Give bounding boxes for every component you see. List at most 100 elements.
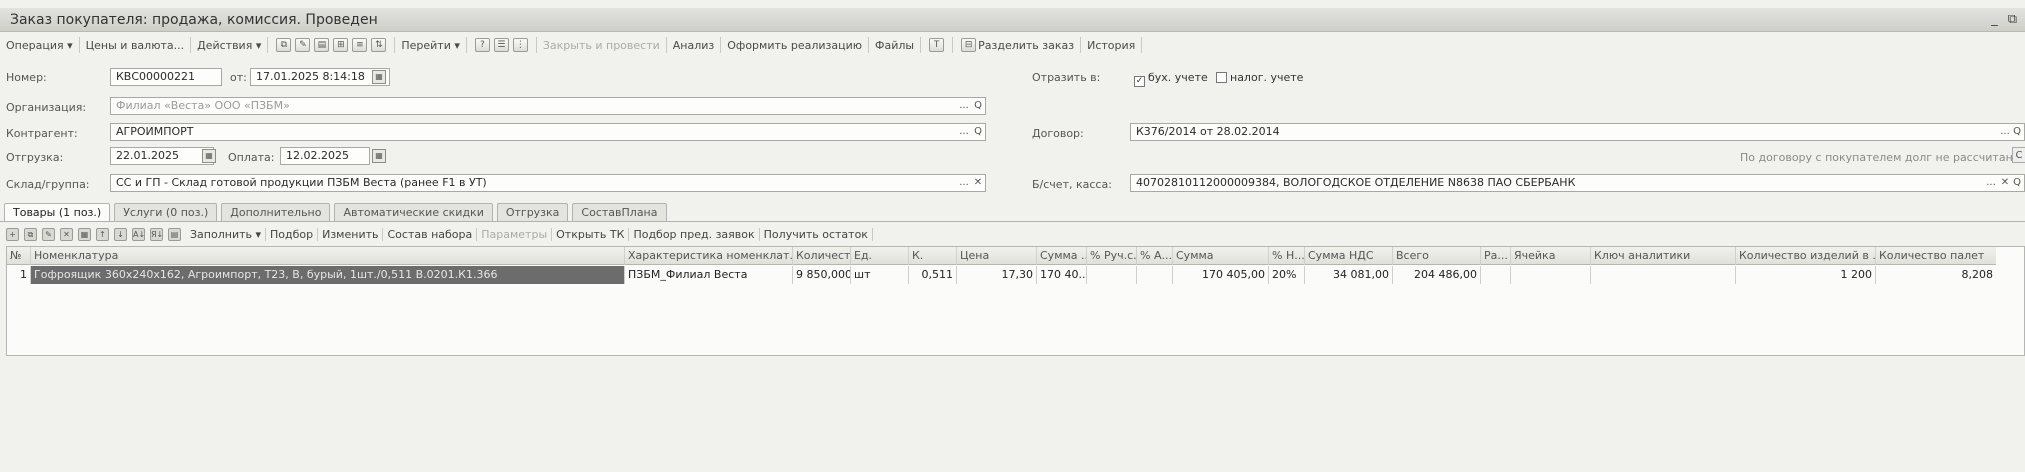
counterparty-select-button[interactable]: ...: [957, 124, 971, 140]
manual-discount-cell[interactable]: [1087, 266, 1137, 284]
kit-composition-button[interactable]: Состав набора: [383, 227, 478, 241]
copy-row-icon[interactable]: ⧉: [24, 227, 37, 241]
get-balance-button[interactable]: Получить остаток: [760, 227, 873, 241]
column-header[interactable]: Количест...: [793, 247, 851, 265]
tab-auto-discounts[interactable]: Автоматические скидки: [334, 203, 493, 222]
column-header[interactable]: % А...: [1137, 247, 1173, 265]
journal-icon[interactable]: ≡: [352, 38, 368, 52]
sum-cell[interactable]: 170 40...: [1037, 266, 1087, 284]
column-header[interactable]: % Руч.с...: [1087, 247, 1137, 265]
date-field[interactable]: 17.01.2025 8:14:18: [250, 68, 390, 86]
column-header[interactable]: Ра...: [1481, 247, 1511, 265]
post-icon[interactable]: ▤: [314, 38, 330, 52]
row-number[interactable]: 1: [7, 266, 31, 284]
tab-goods[interactable]: Товары (1 поз.): [4, 203, 111, 222]
structure-icon[interactable]: ⊞: [333, 38, 349, 52]
calendar-icon[interactable]: ▦: [372, 70, 386, 84]
vat-rate-cell[interactable]: 20%: [1269, 266, 1305, 284]
table-icon[interactable]: ▦: [78, 227, 91, 241]
move-up-icon[interactable]: ↑: [96, 227, 109, 241]
quantity-cell[interactable]: 9 850,000: [793, 266, 851, 284]
column-header[interactable]: Цена: [957, 247, 1037, 265]
parameters-button[interactable]: Параметры: [477, 227, 553, 241]
column-header[interactable]: Всего: [1393, 247, 1481, 265]
split-order-button[interactable]: ⊟ Разделить заказ: [953, 37, 1082, 53]
prices-currency-button[interactable]: Цены и валюта...: [80, 37, 192, 53]
cell-location-cell[interactable]: [1511, 266, 1591, 284]
number-field[interactable]: КВС00000221: [110, 68, 222, 86]
table-row[interactable]: 1 Гофроящик 360х240х162, Агроимпорт, Т23…: [7, 266, 1996, 284]
sort-asc-icon[interactable]: A↓: [132, 227, 145, 241]
characteristic-cell[interactable]: ПЗБМ_Филиал Веста: [625, 266, 793, 284]
nomenclature-cell[interactable]: Гофроящик 360х240х162, Агроимпорт, Т23, …: [31, 266, 625, 284]
analytics-key-cell[interactable]: [1591, 266, 1736, 284]
items-quantity-cell[interactable]: 1 200: [1736, 266, 1876, 284]
organization-field[interactable]: Филиал «Веста» ООО «ПЗБМ» ... Q: [110, 97, 986, 115]
delete-row-icon[interactable]: ✕: [60, 227, 73, 241]
ra-cell[interactable]: [1481, 266, 1511, 284]
column-header[interactable]: К.: [909, 247, 957, 265]
tab-services[interactable]: Услуги (0 поз.): [114, 203, 218, 222]
warehouse-field[interactable]: СС и ГП - Склад готовой продукции ПЗБМ В…: [110, 174, 986, 192]
movement-icon[interactable]: ⇅: [371, 38, 387, 52]
analysis-button[interactable]: Анализ: [667, 37, 722, 53]
edit-row-icon[interactable]: ✎: [42, 227, 55, 241]
coefficient-cell[interactable]: 0,511: [909, 266, 957, 284]
column-header[interactable]: Количество изделий в ...: [1736, 247, 1876, 265]
column-header[interactable]: Ед.: [851, 247, 909, 265]
vat-amount-cell[interactable]: 34 081,00: [1305, 266, 1393, 284]
tax-checkbox[interactable]: налог. учете: [1216, 71, 1303, 84]
column-header[interactable]: Сумма: [1173, 247, 1269, 265]
amount-cell[interactable]: 170 405,00: [1173, 266, 1269, 284]
operation-menu[interactable]: Операция ▾: [0, 37, 80, 53]
open-tk-button[interactable]: Открыть ТК: [552, 227, 630, 241]
total-cell[interactable]: 204 486,00: [1393, 266, 1481, 284]
files-button[interactable]: Файлы: [869, 37, 922, 53]
create-sale-button[interactable]: Оформить реализацию: [721, 37, 870, 53]
bank-account-field[interactable]: 40702810112000009384, ВОЛОГОДСКОЕ ОТДЕЛЕ…: [1130, 174, 2025, 192]
text-icon[interactable]: T: [929, 38, 945, 52]
payment-calendar-icon[interactable]: ▦: [372, 149, 386, 163]
restore-button[interactable]: ⧉: [2008, 12, 2017, 27]
bank-open-icon[interactable]: Q: [2010, 175, 2024, 191]
bank-select-button[interactable]: ...: [1984, 175, 1998, 191]
column-header[interactable]: Сумма НДС: [1305, 247, 1393, 265]
move-down-icon[interactable]: ↓: [114, 227, 127, 241]
debt-settings-icon[interactable]: C: [2012, 147, 2025, 163]
sort-desc-icon[interactable]: Я↓: [150, 227, 163, 241]
counterparty-field[interactable]: АГРОИМПОРТ ... Q: [110, 123, 986, 141]
payment-date-field[interactable]: 12.02.2025: [280, 147, 370, 165]
fill-icon[interactable]: ▤: [168, 227, 181, 241]
column-header[interactable]: % Н...: [1269, 247, 1305, 265]
column-header[interactable]: Количество палет: [1876, 247, 1996, 265]
shipment-date-field[interactable]: 22.01.2025: [110, 147, 214, 165]
minimize-button[interactable]: _: [1991, 12, 1998, 27]
tab-shipment[interactable]: Отгрузка: [496, 203, 569, 222]
edit-icon[interactable]: ✎: [295, 38, 311, 52]
tab-plan-composition[interactable]: СоставПлана: [572, 203, 667, 222]
pallets-quantity-cell[interactable]: 8,208: [1876, 266, 1996, 284]
select-requests-button[interactable]: Подбор пред. заявок: [629, 227, 760, 241]
fields-icon[interactable]: ⋮: [512, 38, 528, 52]
column-header[interactable]: Сумма ...: [1037, 247, 1087, 265]
column-header[interactable]: Ключ аналитики: [1591, 247, 1736, 265]
column-header[interactable]: Характеристика номенклат...: [625, 247, 793, 265]
list-settings-icon[interactable]: ☰: [493, 38, 509, 52]
column-header[interactable]: Номенклатура: [31, 247, 625, 265]
contract-open-icon[interactable]: Q: [2010, 124, 2024, 140]
shipment-calendar-icon[interactable]: ▦: [202, 149, 216, 163]
actions-menu[interactable]: Действия ▾: [191, 37, 269, 53]
warehouse-clear-icon[interactable]: ✕: [971, 175, 985, 191]
auto-discount-cell[interactable]: [1137, 266, 1173, 284]
goto-menu[interactable]: Перейти ▾: [395, 37, 467, 53]
column-header[interactable]: Ячейка: [1511, 247, 1591, 265]
selection-button[interactable]: Подбор: [266, 227, 319, 241]
help-icon[interactable]: ?: [474, 38, 490, 52]
column-header[interactable]: №: [7, 247, 31, 265]
fill-menu[interactable]: Заполнить ▾: [186, 227, 266, 241]
organization-open-icon[interactable]: Q: [971, 98, 985, 114]
add-row-icon[interactable]: +: [6, 227, 19, 241]
copy-icon[interactable]: ⧉: [276, 38, 292, 52]
counterparty-open-icon[interactable]: Q: [971, 124, 985, 140]
accounting-checkbox[interactable]: ✓ бух. учете: [1134, 71, 1208, 87]
